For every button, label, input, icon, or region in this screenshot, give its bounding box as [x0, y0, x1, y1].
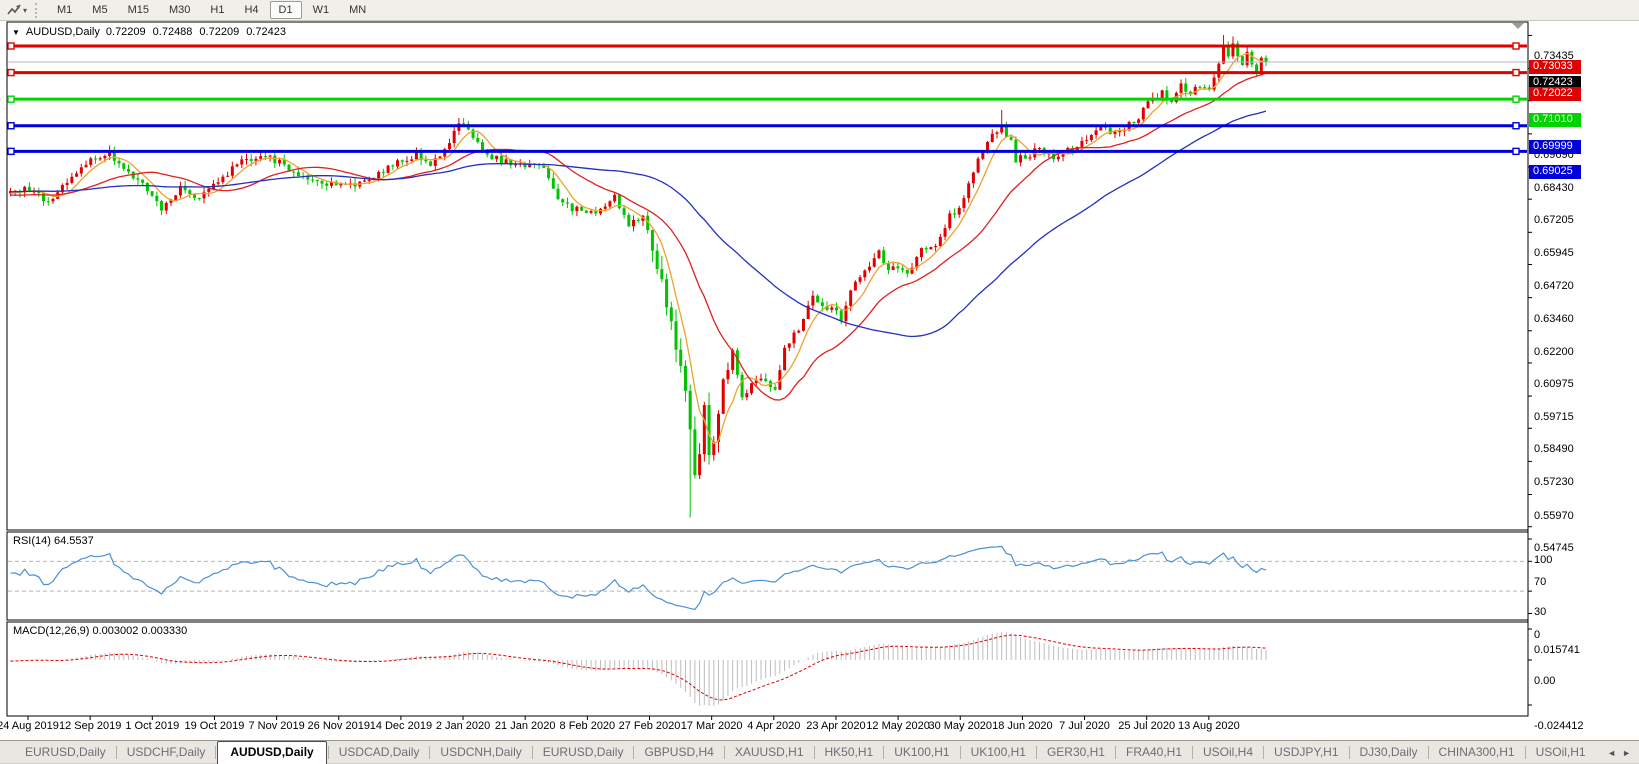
chart-canvas	[6, 21, 1532, 720]
timeframe-button-D1[interactable]: D1	[269, 1, 302, 19]
symbol-tab-USDCHF-Daily[interactable]: USDCHF,Daily	[118, 742, 215, 763]
candlestick-series	[9, 35, 1268, 518]
level-handle-right[interactable]	[1512, 42, 1520, 50]
tab-separator	[1263, 746, 1265, 759]
tab-scroll-left-icon[interactable]: ◄	[1607, 748, 1616, 758]
level-handle-right[interactable]	[1512, 147, 1520, 156]
symbol-tab-DJ30-Daily[interactable]: DJ30,Daily	[1351, 742, 1427, 763]
tab-separator	[1114, 746, 1116, 759]
level-handle-left[interactable]	[7, 68, 15, 77]
level-handle-right[interactable]	[1512, 68, 1520, 77]
symbol-tab-USOil-H4[interactable]: USOil,H4	[1194, 742, 1262, 763]
symbol-tab-UK100-H1[interactable]: UK100,H1	[962, 742, 1035, 763]
moving-average-55	[10, 110, 1267, 338]
tab-separator	[115, 746, 117, 759]
tab-scroll-arrows: ◄ ►	[1607, 748, 1639, 763]
tab-separator	[1035, 746, 1037, 759]
tab-separator	[633, 746, 635, 759]
level-handle-right[interactable]	[1512, 95, 1520, 103]
symbol-tab-USDJPY-H1[interactable]: USDJPY,H1	[1265, 742, 1347, 763]
symbol-tab-EURUSD-Daily[interactable]: EURUSD,Daily	[16, 742, 115, 763]
chart-pointer-tool[interactable]: ▾	[4, 2, 30, 19]
tab-separator	[1427, 746, 1429, 759]
timeframe-button-MN[interactable]: MN	[340, 1, 375, 19]
tab-separator	[531, 746, 533, 759]
rsi-line	[10, 545, 1267, 611]
level-handle-right[interactable]	[1512, 122, 1520, 130]
level-handle-left[interactable]	[7, 95, 15, 103]
timeframe-button-H1[interactable]: H1	[201, 1, 233, 19]
symbol-tab-USDCAD-Daily[interactable]: USDCAD,Daily	[330, 742, 429, 763]
chart-window: ▼ AUDUSD,Daily 0.72209 0.72488 0.72209 0…	[0, 21, 1639, 740]
panel-border-1	[6, 531, 1529, 621]
tab-separator	[723, 746, 725, 759]
tab-separator	[327, 746, 329, 759]
level-handle-left[interactable]	[7, 122, 15, 130]
symbol-tab-GER30-H1[interactable]: GER30,H1	[1038, 742, 1114, 763]
tab-separator	[215, 746, 217, 759]
moving-average-6	[10, 52, 1267, 445]
level-handle-left[interactable]	[7, 147, 15, 156]
panel-border-2	[6, 621, 1529, 717]
moving-average-21	[10, 72, 1267, 401]
timeframe-button-H4[interactable]: H4	[235, 1, 267, 19]
symbol-tab-XAUUSD-H1[interactable]: XAUUSD,H1	[726, 742, 813, 763]
symbol-tab-AUDUSD-Daily[interactable]: AUDUSD,Daily	[217, 741, 327, 764]
trading-terminal: { "toolbar": { "pointer_tool_icon": "cha…	[0, 0, 1639, 764]
timeframe-button-M1[interactable]: M1	[48, 1, 81, 19]
tab-separator	[1348, 746, 1350, 759]
tab-separator	[813, 746, 815, 759]
timeframe-button-M15[interactable]: M15	[119, 1, 158, 19]
tab-separator	[883, 746, 885, 759]
symbol-tab-USOil-H1[interactable]: USOil,H1	[1527, 742, 1595, 763]
symbol-tab-bar: EURUSD,Daily USDCHF,Daily AUDUSD,Daily USDC…	[0, 740, 1639, 764]
symbol-tab-HK50-H1[interactable]: HK50,H1	[816, 742, 883, 763]
toolbar-grip	[35, 2, 41, 18]
level-handle-left[interactable]	[7, 42, 15, 50]
timeframe-buttons: M1 M5 M15 M30 H1 H4 D1 W1 MN	[48, 1, 375, 19]
tab-separator	[959, 746, 961, 759]
symbol-tab-FRA40-H1[interactable]: FRA40,H1	[1117, 742, 1191, 763]
timeframe-button-M5[interactable]: M5	[83, 1, 116, 19]
symbol-tab-CHINA300-H1[interactable]: CHINA300,H1	[1430, 742, 1524, 763]
top-toolbar: ▾ M1 M5 M15 M30 H1 H4 D1 W1 MN	[0, 0, 1639, 21]
symbol-tab-EURUSD-Daily[interactable]: EURUSD,Daily	[534, 742, 633, 763]
tab-separator	[429, 746, 431, 759]
timeframe-button-M30[interactable]: M30	[160, 1, 199, 19]
dropdown-caret-icon[interactable]: ▾	[23, 6, 27, 15]
chart-pointer-icon	[7, 4, 21, 14]
tab-separator	[1192, 746, 1194, 759]
symbol-tab-UK100-H1[interactable]: UK100,H1	[885, 742, 958, 763]
timeframe-button-W1[interactable]: W1	[304, 1, 339, 19]
tab-separator	[1524, 746, 1526, 759]
autoscroll-marker-icon	[1512, 23, 1524, 29]
symbol-tab-USDCNH-Daily[interactable]: USDCNH,Daily	[431, 742, 530, 763]
symbol-tab-GBPUSD-H4[interactable]: GBPUSD,H4	[635, 742, 722, 763]
tab-scroll-right-icon[interactable]: ►	[1622, 748, 1631, 758]
